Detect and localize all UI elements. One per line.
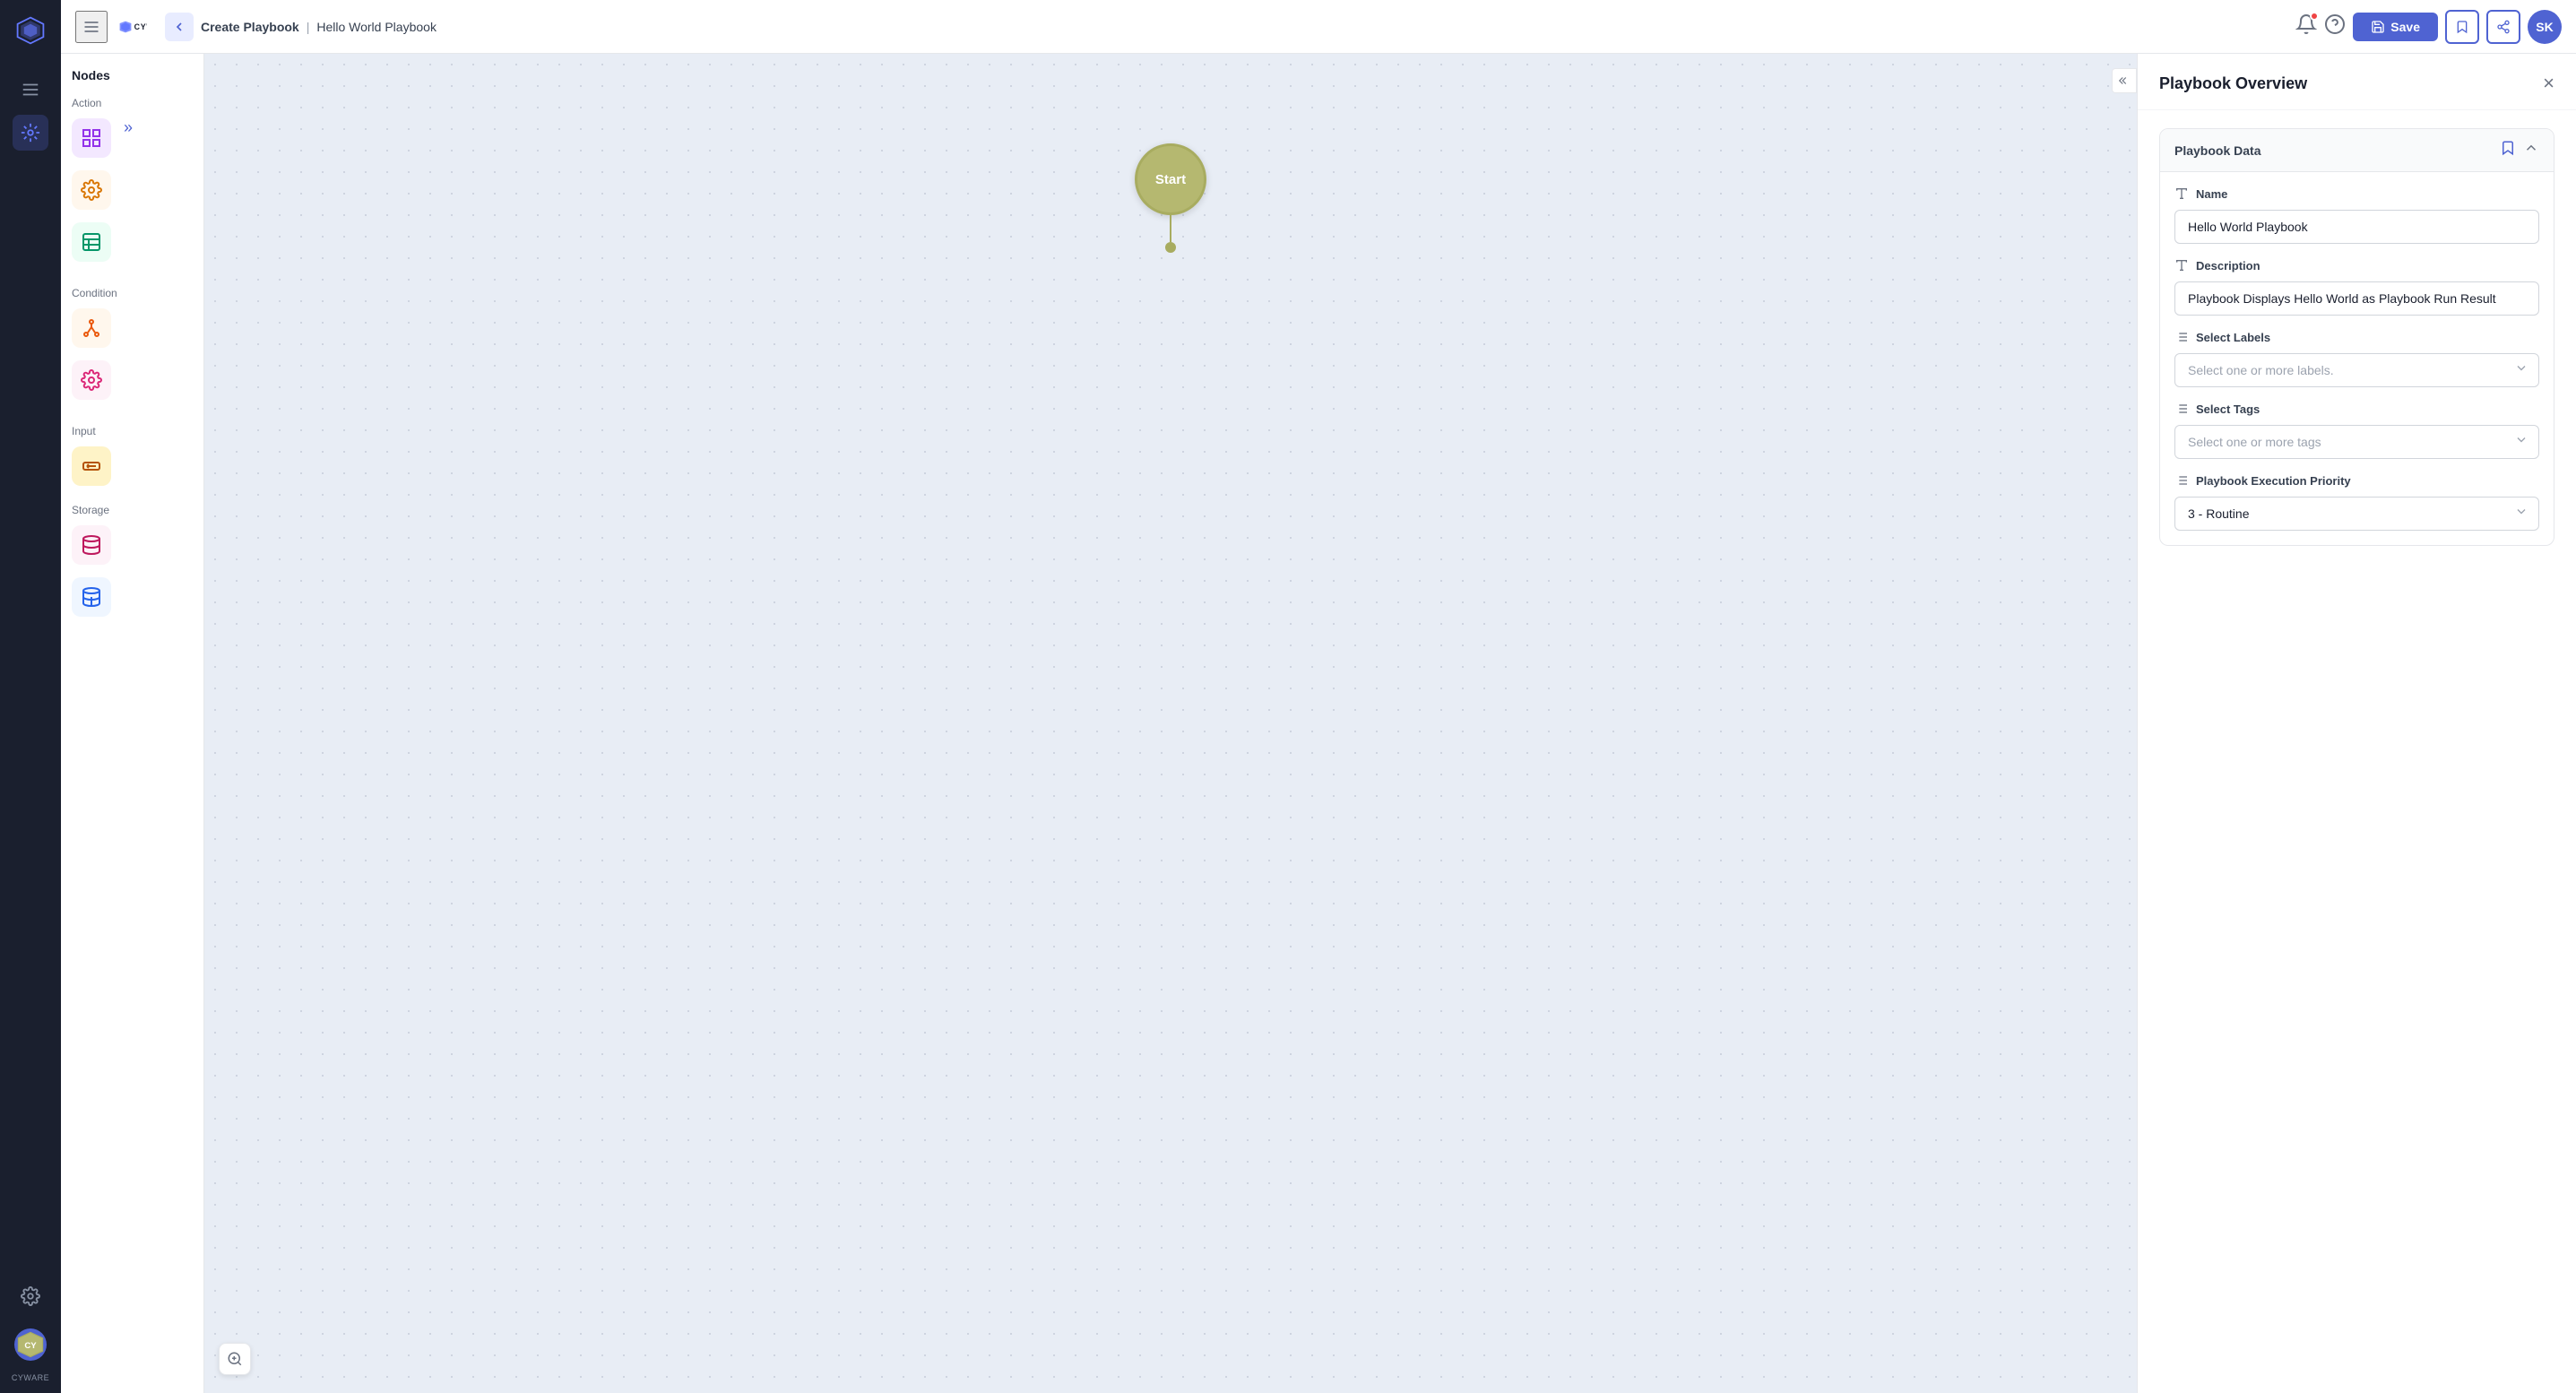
share-btn[interactable] xyxy=(2486,10,2520,44)
cyware-brand-label: CYWARE xyxy=(12,1373,49,1382)
sidebar-settings-btn[interactable] xyxy=(13,1278,48,1314)
labels-select[interactable]: Select one or more labels. xyxy=(2174,353,2539,387)
main-area: CYWARE Create Playbook | Hello World Pla… xyxy=(61,0,2576,1393)
playbook-data-body: Name Description Select Labels xyxy=(2160,172,2554,545)
notification-badge xyxy=(2310,12,2319,21)
description-field-label: Description xyxy=(2174,258,2539,273)
tags-icon xyxy=(2174,402,2189,416)
storage-section: Storage xyxy=(72,504,193,624)
node-input[interactable] xyxy=(72,446,111,486)
description-input[interactable] xyxy=(2174,281,2539,316)
name-field-label: Name xyxy=(2174,186,2539,201)
action-section: Action » xyxy=(72,97,193,269)
start-connector-dot xyxy=(1165,242,1176,253)
expand-action-btn[interactable]: » xyxy=(124,118,133,137)
sidebar-playbook-btn[interactable] xyxy=(13,115,48,151)
zoom-button[interactable] xyxy=(219,1343,251,1375)
tags-field-label: Select Tags xyxy=(2174,402,2539,416)
overview-body: Playbook Data xyxy=(2138,110,2576,1393)
node-fork[interactable] xyxy=(72,308,111,348)
name-input[interactable] xyxy=(2174,210,2539,244)
description-label-text: Description xyxy=(2196,259,2260,273)
overview-panel: Playbook Overview × Playbook Data xyxy=(2137,54,2576,1393)
description-icon xyxy=(2174,258,2189,273)
section-bookmark-icon[interactable] xyxy=(2500,140,2516,160)
nodes-panel: Nodes Action xyxy=(61,54,204,1393)
sidebar-avatar[interactable]: CY xyxy=(14,1328,47,1361)
storage-section-label: Storage xyxy=(72,504,193,516)
tags-select-wrapper: Select one or more tags xyxy=(2174,425,2539,459)
start-connector-line xyxy=(1170,215,1171,242)
node-table[interactable] xyxy=(72,222,111,262)
bookmark-btn[interactable] xyxy=(2445,10,2479,44)
labels-field-label: Select Labels xyxy=(2174,330,2539,344)
app-sidebar: CY CYWARE xyxy=(0,0,61,1393)
overview-header: Playbook Overview × xyxy=(2138,54,2576,110)
nodes-panel-title: Nodes xyxy=(72,68,193,82)
tags-label-text: Select Tags xyxy=(2196,402,2260,416)
action-section-label: Action xyxy=(72,97,193,109)
app-logo-sidebar xyxy=(11,11,50,50)
node-storage[interactable] xyxy=(72,525,111,565)
help-icon[interactable] xyxy=(2324,13,2346,39)
node-gear[interactable] xyxy=(72,170,111,210)
playbook-data-title: Playbook Data xyxy=(2174,143,2260,158)
priority-label-text: Playbook Execution Priority xyxy=(2196,474,2351,488)
node-database[interactable] xyxy=(72,577,111,617)
playbook-data-header: Playbook Data xyxy=(2160,129,2554,172)
canvas: Start xyxy=(204,54,2137,1393)
notification-bell[interactable] xyxy=(2295,13,2317,39)
tags-select[interactable]: Select one or more tags xyxy=(2174,425,2539,459)
name-icon xyxy=(2174,186,2189,201)
priority-field-label: Playbook Execution Priority xyxy=(2174,473,2539,488)
overview-close-btn[interactable]: × xyxy=(2543,72,2554,95)
top-navbar: CYWARE Create Playbook | Hello World Pla… xyxy=(61,0,2576,54)
nav-actions: Save SK xyxy=(2295,10,2562,44)
breadcrumb-playbook-name: Hello World Playbook xyxy=(316,20,437,34)
overview-title: Playbook Overview xyxy=(2159,74,2307,93)
labels-icon xyxy=(2174,330,2189,344)
playbook-data-card: Playbook Data xyxy=(2159,128,2554,546)
section-collapse-icon[interactable] xyxy=(2523,140,2539,160)
save-button[interactable]: Save xyxy=(2353,13,2438,41)
priority-select[interactable]: 3 - Routine 1 - Critical 2 - High 4 - Lo… xyxy=(2174,497,2539,531)
svg-text:CY: CY xyxy=(24,1341,37,1351)
priority-select-wrapper: 3 - Routine 1 - Critical 2 - High 4 - Lo… xyxy=(2174,497,2539,531)
input-section-label: Input xyxy=(72,425,193,437)
content-area: Nodes Action xyxy=(61,54,2576,1393)
start-node[interactable]: Start xyxy=(1135,143,1206,253)
svg-text:CYWARE: CYWARE xyxy=(134,22,147,31)
playbook-data-actions xyxy=(2500,140,2539,160)
user-avatar[interactable]: SK xyxy=(2528,10,2562,44)
breadcrumb-separator: | xyxy=(307,20,310,34)
nav-logo: CYWARE xyxy=(118,13,147,41)
sidebar-menu-btn[interactable] xyxy=(13,72,48,108)
canvas-collapse-btn[interactable] xyxy=(2112,68,2137,93)
back-button[interactable] xyxy=(165,13,194,41)
labels-select-wrapper: Select one or more labels. xyxy=(2174,353,2539,387)
sidebar-bottom: CY CYWARE xyxy=(12,1278,49,1382)
priority-icon xyxy=(2174,473,2189,488)
input-section: Input xyxy=(72,425,193,486)
hamburger-menu-btn[interactable] xyxy=(75,11,108,43)
condition-section: Condition xyxy=(72,287,193,407)
name-label-text: Name xyxy=(2196,187,2227,201)
node-cog[interactable] xyxy=(72,360,111,400)
node-grid[interactable] xyxy=(72,118,111,158)
start-circle: Start xyxy=(1135,143,1206,215)
labels-label-text: Select Labels xyxy=(2196,331,2270,344)
condition-section-label: Condition xyxy=(72,287,193,299)
breadcrumb: Create Playbook | Hello World Playbook xyxy=(165,13,2285,41)
breadcrumb-create-playbook: Create Playbook xyxy=(201,20,299,34)
